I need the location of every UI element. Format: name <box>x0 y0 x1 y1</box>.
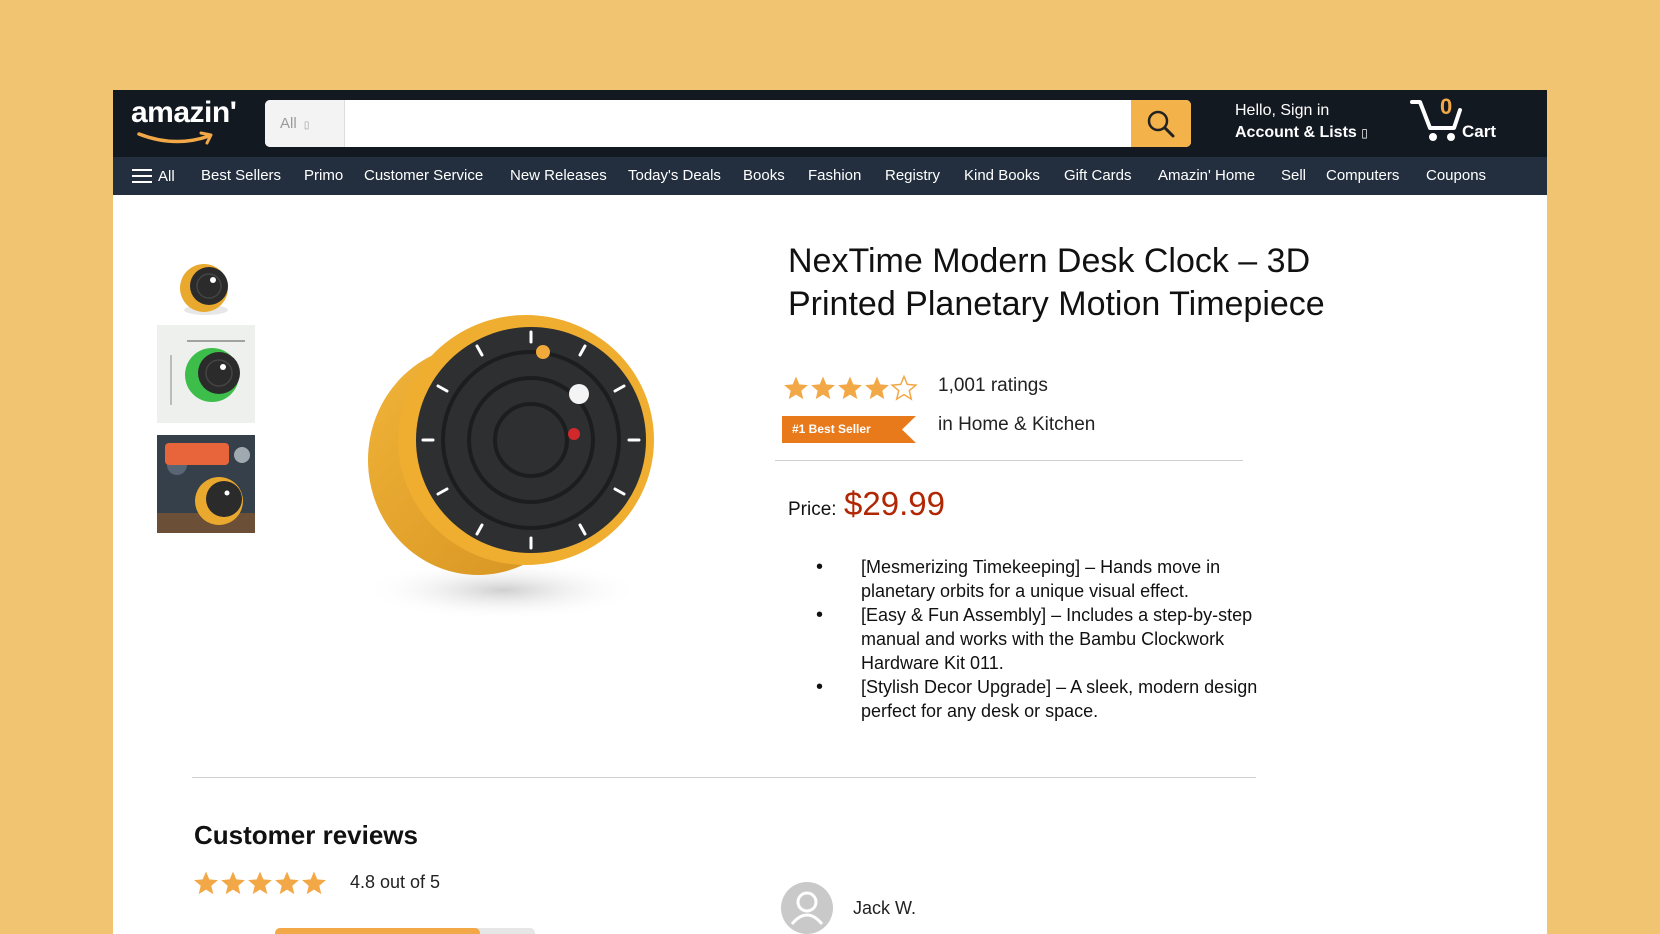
cart-label: Cart <box>1462 122 1497 141</box>
search-input[interactable] <box>346 100 1106 147</box>
best-seller-badge-text: #1 Best Seller <box>792 422 871 436</box>
nav-item-registry[interactable]: Registry <box>885 157 940 195</box>
search-category-label: All <box>280 115 297 132</box>
divider <box>192 777 1256 778</box>
price-row: Price: $29.99 <box>788 485 945 523</box>
nav-item-best-sellers[interactable]: Best Sellers <box>201 157 281 195</box>
star-rating-icon <box>194 871 326 895</box>
ratings-count-link[interactable]: 1,001 ratings <box>938 375 1048 397</box>
chevron-down-icon: ▯ <box>303 120 310 131</box>
star-filled-icon <box>194 871 218 895</box>
clock-thumbnail-image <box>180 264 228 315</box>
nav-item-gift-cards[interactable]: Gift Cards <box>1064 157 1132 195</box>
search-button[interactable] <box>1131 100 1191 147</box>
logo-text: amazin' <box>131 96 237 129</box>
reviewer-avatar <box>781 882 833 934</box>
cart-button[interactable]: 0 Cart <box>1410 94 1510 148</box>
page-frame: amazin' All ▯ Hello, Sign in Account & L… <box>113 90 1547 934</box>
star-empty-icon <box>890 374 918 401</box>
nav-item-computers[interactable]: Computers <box>1326 157 1399 195</box>
star-filled-icon <box>248 871 272 895</box>
clock-lifestyle-thumbnail-image <box>157 435 255 533</box>
thumbnail-clock-green[interactable] <box>157 325 255 423</box>
star-filled-icon <box>811 376 835 400</box>
thumbnail-clock-front[interactable] <box>157 240 255 338</box>
rating-histogram-fill <box>275 928 481 934</box>
star-rating-icon <box>784 374 918 401</box>
best-seller-category-link[interactable]: in Home & Kitchen <box>938 414 1095 436</box>
search-category-dropdown[interactable]: All ▯ <box>265 100 345 147</box>
nav-item-primo[interactable]: Primo <box>304 157 343 195</box>
price-label: Price: <box>788 499 837 520</box>
nav-item-kind-books[interactable]: Kind Books <box>964 157 1040 195</box>
user-avatar-icon <box>781 882 833 934</box>
best-seller-badge[interactable]: #1 Best Seller <box>782 416 916 443</box>
nav-all-menu[interactable]: All <box>132 157 175 195</box>
planetary-clock-image <box>363 315 654 620</box>
product-rating-stars[interactable] <box>782 374 922 408</box>
feature-bullet: [Easy & Fun Assembly] – Includes a step-… <box>816 603 1296 675</box>
account-greeting: Hello, Sign in <box>1235 102 1330 119</box>
nav-item-coupons[interactable]: Coupons <box>1426 157 1486 195</box>
nav-item-books[interactable]: Books <box>743 157 785 195</box>
cart-count: 0 <box>1440 94 1453 119</box>
star-filled-icon <box>221 871 245 895</box>
top-header: amazin' All ▯ Hello, Sign in Account & L… <box>113 90 1547 157</box>
price-value: $29.99 <box>844 485 945 522</box>
account-menu[interactable]: Hello, Sign in Account & Lists ▯ <box>1235 100 1385 148</box>
star-filled-icon <box>865 376 889 400</box>
cart-icon <box>1410 100 1462 141</box>
nav-item-new-releases[interactable]: New Releases <box>510 157 607 195</box>
reviews-average: 4.8 out of 5 <box>350 872 441 892</box>
nav-bar: All Best Sellers Primo Customer Service … <box>113 157 1547 195</box>
nav-item-fashion[interactable]: Fashion <box>808 157 861 195</box>
product-title: NexTime Modern Desk Clock – 3D Printed P… <box>788 242 1325 323</box>
clock-green-thumbnail-image <box>157 325 255 423</box>
nav-item-customer-service[interactable]: Customer Service <box>364 157 483 195</box>
main-product-image[interactable] <box>343 300 673 630</box>
chevron-down-icon: ▯ <box>1361 126 1368 140</box>
rating-histogram-bar[interactable] <box>275 928 535 934</box>
search-icon <box>1147 110 1175 137</box>
divider <box>775 460 1243 461</box>
customer-reviews-heading: Customer reviews <box>194 820 418 850</box>
account-lists-label: Account & Lists ▯ <box>1235 124 1368 141</box>
feature-bullet: [Mesmerizing Timekeeping] – Hands move i… <box>816 555 1296 603</box>
amazin-logo[interactable]: amazin' <box>131 96 246 152</box>
star-filled-icon <box>784 376 808 400</box>
search-bar: All ▯ <box>265 100 1191 147</box>
thumbnail-clock-lifestyle[interactable] <box>157 435 255 533</box>
nav-all-label: All <box>158 167 175 185</box>
hamburger-menu-icon <box>132 169 152 183</box>
nav-item-sell[interactable]: Sell <box>1281 157 1306 195</box>
logo-smile-icon <box>137 131 213 145</box>
nav-item-amazin-home[interactable]: Amazin' Home <box>1158 157 1255 195</box>
star-filled-icon <box>275 871 299 895</box>
star-filled-icon <box>838 376 862 400</box>
reviewer-name: Jack W. <box>853 898 917 918</box>
feature-bullets: [Mesmerizing Timekeeping] – Hands move i… <box>816 555 1296 723</box>
feature-bullet: [Stylish Decor Upgrade] – A sleek, moder… <box>816 675 1296 723</box>
star-filled-icon <box>302 871 326 895</box>
nav-item-todays-deals[interactable]: Today's Deals <box>628 157 721 195</box>
reviews-rating-stars <box>192 870 332 903</box>
